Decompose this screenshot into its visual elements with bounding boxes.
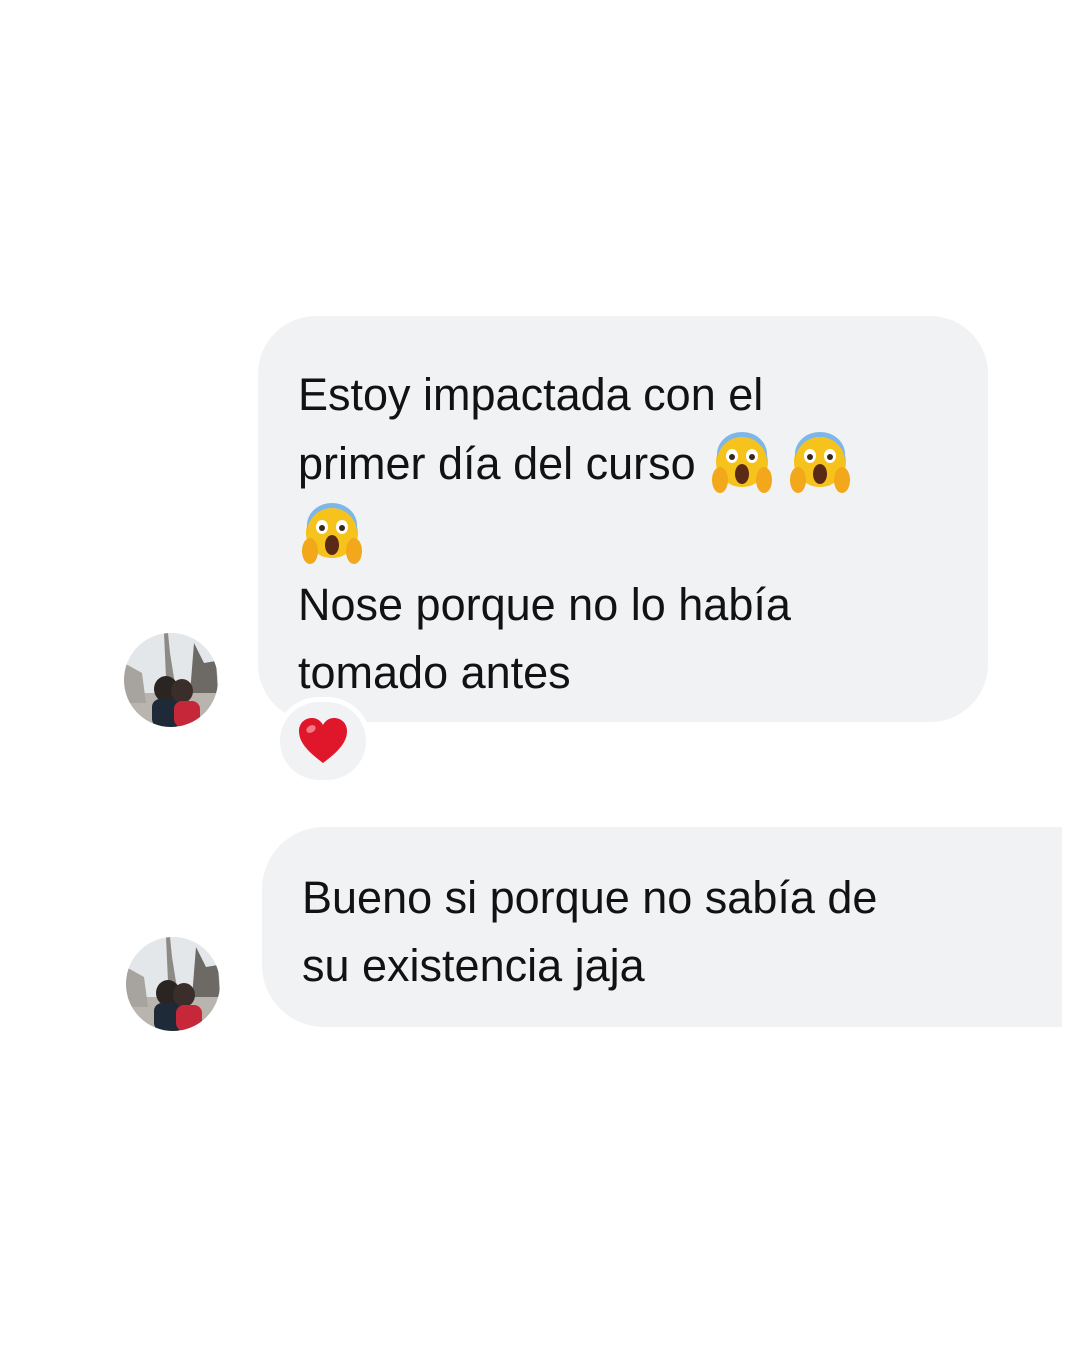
message-text: Nose porque no lo había: [298, 579, 791, 630]
avatar-photo: [126, 937, 220, 1031]
reaction-badge[interactable]: [275, 697, 371, 785]
message-text: primer día del curso: [298, 438, 696, 489]
face-screaming-in-fear-icon: [300, 503, 364, 567]
heart-icon: [299, 718, 347, 763]
face-screaming-in-fear-icon: [788, 432, 852, 496]
face-screaming-in-fear-icon: [710, 432, 774, 496]
message-text: Estoy impactada con el: [298, 369, 764, 420]
message-text: tomado antes: [298, 647, 571, 698]
message-bubble[interactable]: Estoy impactada con el primer día del cu…: [258, 316, 988, 722]
avatar-photo: [124, 633, 218, 727]
sender-avatar[interactable]: [124, 633, 218, 727]
message-text: su existencia jaja: [302, 940, 645, 991]
sender-avatar[interactable]: [126, 937, 220, 1031]
message-text: Bueno si porque no sabía de: [302, 872, 878, 923]
message-bubble[interactable]: Bueno si porque no sabía de su existenci…: [262, 827, 1062, 1027]
